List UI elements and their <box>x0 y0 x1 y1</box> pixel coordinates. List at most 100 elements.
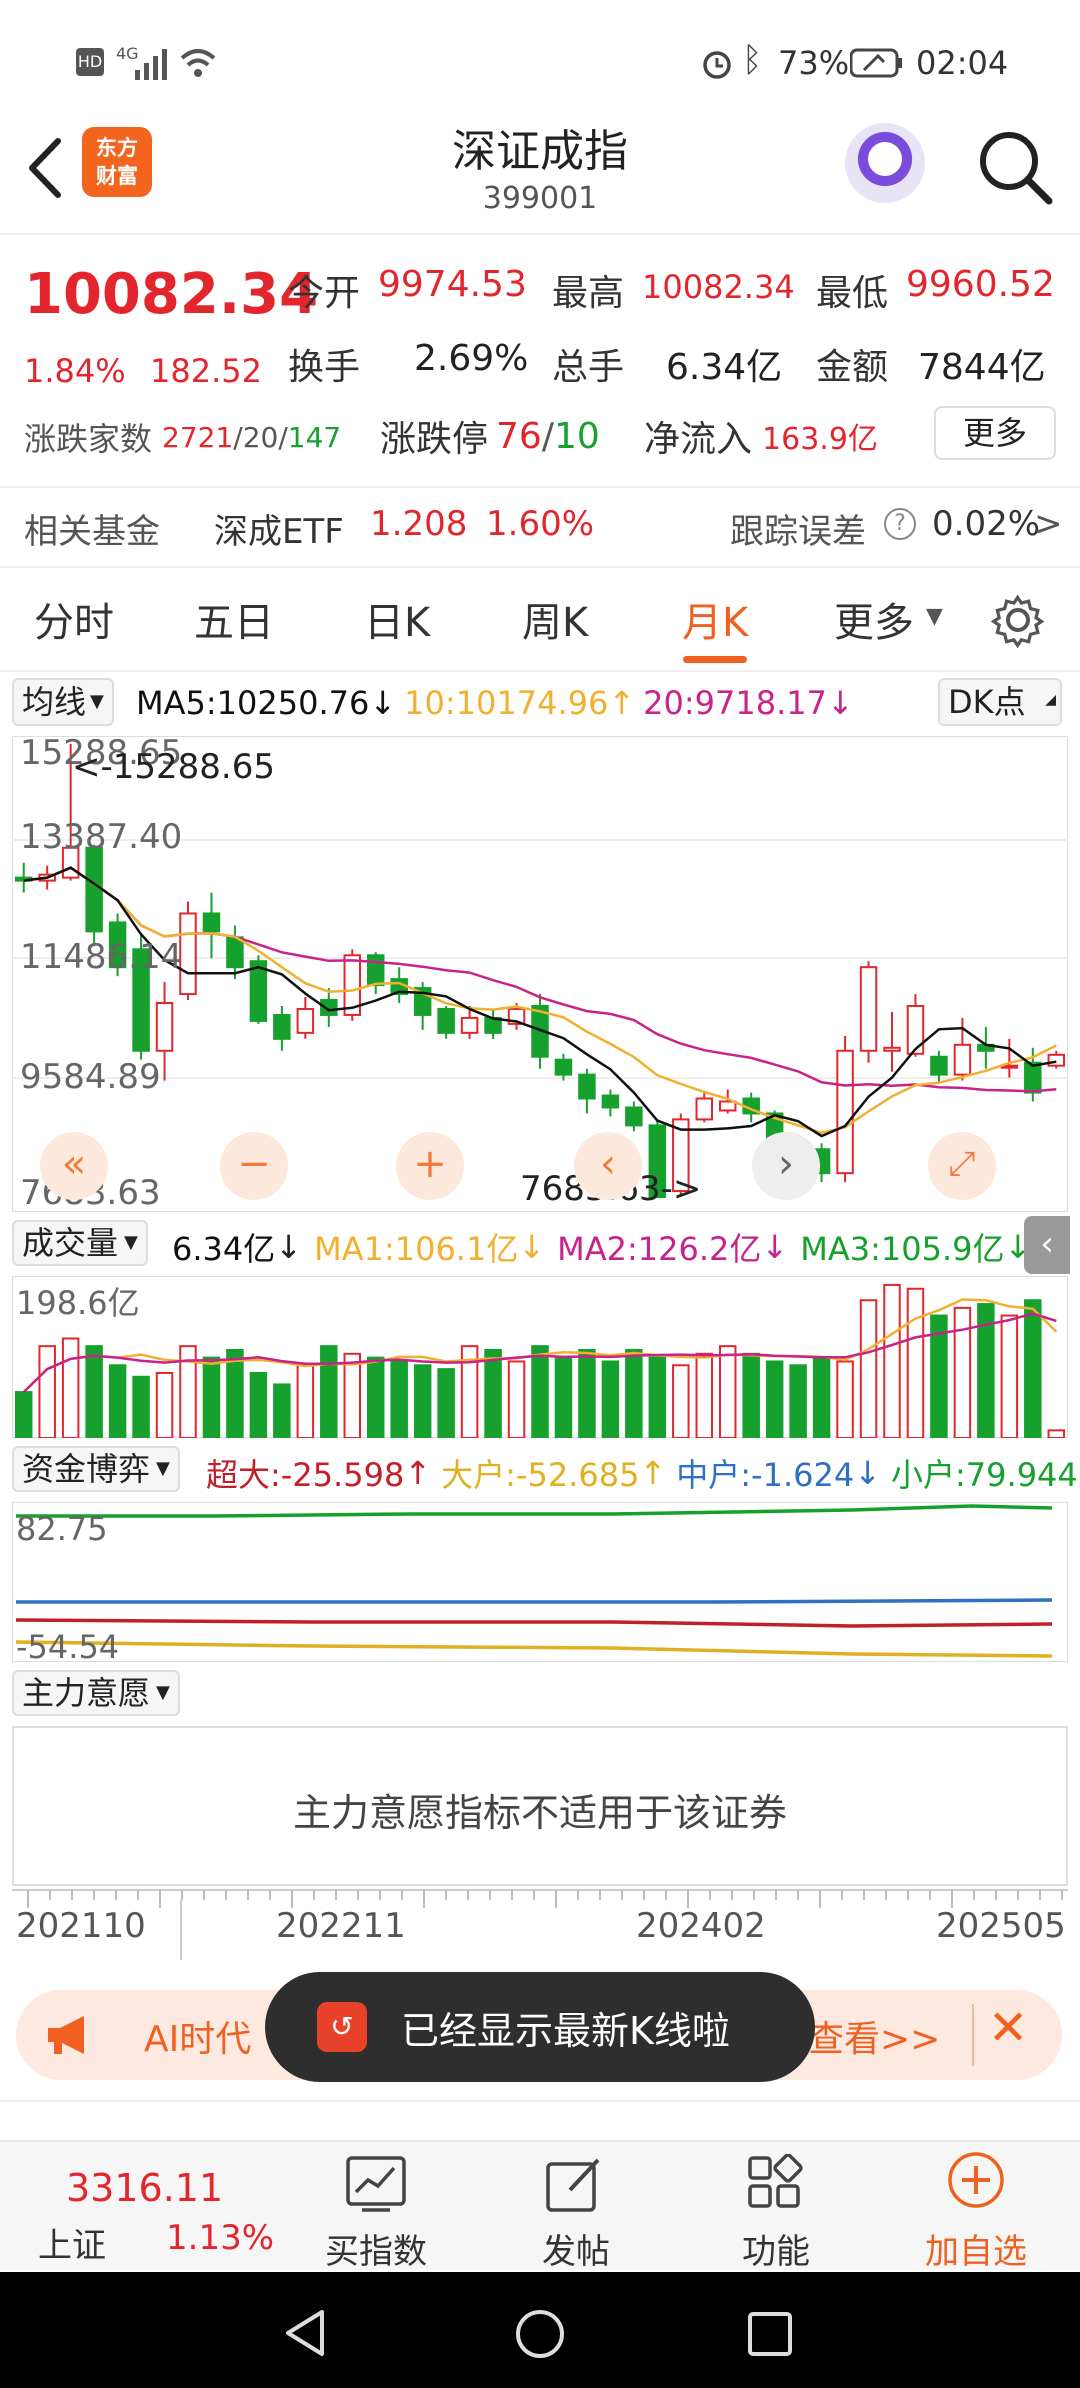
nav-back-icon[interactable] <box>282 2308 332 2358</box>
add-circle-icon <box>948 2152 1004 2208</box>
volume-bar <box>578 1348 596 1438</box>
clock: 02:04 <box>916 44 1009 82</box>
more-button[interactable]: 更多 <box>934 406 1056 460</box>
banner-link[interactable]: 查看>> <box>808 2010 940 2062</box>
bottom-bar: 3316.11 上证 1.13% 买指数 发帖 功能 加自选 <box>0 2140 1080 2272</box>
fund-flow-axis-top: 82.75 <box>16 1510 108 1548</box>
time-label-3: 202402 <box>636 1906 766 1946</box>
volume-bar <box>1047 1429 1066 1438</box>
time-label-2: 202211 <box>276 1906 406 1946</box>
status-bar: HD 4G ᛒ 73% 02:04 <box>0 0 1080 120</box>
tab-more[interactable]: 更多 <box>834 590 914 648</box>
help-icon[interactable]: ? <box>884 508 916 540</box>
volume-bar <box>273 1383 291 1438</box>
candle-body <box>460 1016 479 1034</box>
volume-bar <box>296 1364 315 1438</box>
volume-value: 6.34亿 <box>666 347 783 388</box>
app-logo[interactable]: 东方 财富 <box>82 127 152 197</box>
nav-home-icon[interactable] <box>514 2308 566 2360</box>
volume-bar <box>320 1345 338 1438</box>
wifi-icon <box>180 49 216 77</box>
zoom-in-button[interactable]: + <box>396 1132 464 1200</box>
back-arrow-icon[interactable] <box>20 133 70 203</box>
arrow-down-icon: ↓ <box>761 1228 789 1266</box>
add-watchlist-button[interactable]: 加自选 <box>886 2142 1066 2272</box>
fund-flow-selector-label: 资金博弈 <box>22 1450 151 1488</box>
volume-bar <box>625 1348 643 1438</box>
volume-bar <box>1024 1299 1042 1438</box>
close-icon[interactable]: ✕ <box>988 2000 1028 2056</box>
candle-body <box>836 1049 854 1175</box>
scroll-right-button[interactable]: › <box>752 1132 820 1200</box>
fund-flow-selector[interactable]: 资金博弈 ▼ <box>12 1446 180 1492</box>
intent-panel: 主力意愿指标不适用于该证券 <box>12 1726 1068 1886</box>
buy-index-button[interactable]: 买指数 <box>286 2142 466 2272</box>
caret-down-icon: ▼ <box>124 1232 138 1253</box>
logo-line1: 东方 <box>96 136 138 160</box>
limit-label: 涨跌停 <box>380 419 489 460</box>
alarm-icon <box>703 51 731 79</box>
intent-selector-label: 主力意愿 <box>22 1674 151 1712</box>
dk-point-button[interactable]: DK点 ◢ <box>938 678 1062 726</box>
intent-selector[interactable]: 主力意愿 ▼ <box>12 1670 180 1716</box>
volume-label: 总手 <box>552 347 625 388</box>
battery-label: 73% <box>778 44 850 82</box>
axis-label-3: 11486.14 <box>20 937 182 977</box>
toast-app-icon: ↺ <box>317 2002 367 2052</box>
collapse-panel-icon[interactable]: ‹ <box>1024 1216 1070 1274</box>
apps-grid-icon <box>748 2154 803 2208</box>
banner-text: AI时代 <box>144 2019 252 2060</box>
updown-count: 涨跌家数 2721 / 20 / 147 <box>24 414 341 460</box>
settings-gear-icon[interactable] <box>990 592 1046 648</box>
fund-pct: 1.60% <box>486 504 595 544</box>
volume-selector[interactable]: 成交量 ▼ <box>12 1220 148 1266</box>
tab-intraday[interactable]: 分时 <box>34 590 114 648</box>
tab-five-day[interactable]: 五日 <box>194 590 274 648</box>
vol-ma2: MA2:126.2亿 <box>557 1230 762 1268</box>
tab-weekly-k[interactable]: 周K <box>522 590 588 648</box>
fund-name[interactable]: 深成ETF <box>214 504 344 553</box>
arrow-up-icon: ↑ <box>404 1454 432 1492</box>
fullscreen-icon[interactable]: ⤢ <box>928 1132 996 1200</box>
nav-recents-icon[interactable] <box>746 2310 794 2358</box>
arrow-down-icon: ↓ <box>854 1454 882 1492</box>
scroll-left-fast-button[interactable]: « <box>40 1132 108 1200</box>
volume-bar <box>85 1345 103 1438</box>
functions-label: 功能 <box>742 2232 810 2272</box>
tab-daily-k[interactable]: 日K <box>364 590 430 648</box>
price-chart[interactable]: 15288.65 13387.40 11486.14 9584.89 7683.… <box>12 736 1068 1212</box>
time-label-4: 202505 <box>936 1906 1066 1946</box>
volume-bar <box>343 1352 362 1438</box>
change-abs: 182.52 <box>150 352 262 390</box>
high-value: 10082.34 <box>642 268 795 306</box>
netflow-label: 净流入 <box>644 419 753 460</box>
caret-down-icon: ▼ <box>156 1682 170 1703</box>
zoom-out-button[interactable]: − <box>220 1132 288 1200</box>
flat-count: 20 <box>242 420 279 454</box>
ma20-value: 20:9718.17 <box>643 684 827 722</box>
bluetooth-icon: ᛒ <box>742 40 763 80</box>
scroll-left-button[interactable]: ‹ <box>574 1132 642 1200</box>
search-icon[interactable] <box>975 127 1055 207</box>
tab-monthly-k[interactable]: 月K <box>682 590 748 648</box>
post-button[interactable]: 发帖 <box>486 2142 666 2272</box>
candle-body <box>718 1100 737 1112</box>
page-title: 深证成指 <box>452 126 628 177</box>
buy-index-label: 买指数 <box>325 2232 427 2272</box>
ma-selector[interactable]: 均线 ▼ <box>12 678 114 726</box>
arrow-down-icon: ↓ <box>369 684 397 722</box>
edit-icon <box>546 2158 600 2212</box>
hd-icon: HD <box>76 48 104 76</box>
caret-down-icon: ▼ <box>926 604 943 629</box>
candle-body <box>273 1013 291 1040</box>
candle-body <box>695 1097 714 1121</box>
dk-label: DK点 <box>948 683 1026 721</box>
functions-button[interactable]: 功能 <box>686 2142 866 2272</box>
volume-bar <box>249 1371 268 1438</box>
volume-bar <box>108 1364 127 1438</box>
candle-body <box>1047 1053 1066 1067</box>
volume-values: 6.34亿 ↓ MA1:106.1亿 ↓ MA2:126.2亿 ↓ MA3:105.9… <box>172 1224 1031 1270</box>
chevron-right-icon[interactable]: > <box>1034 504 1063 544</box>
ai-assistant-icon[interactable] <box>845 123 925 203</box>
tracking-label: 跟踪误差 <box>730 512 866 552</box>
